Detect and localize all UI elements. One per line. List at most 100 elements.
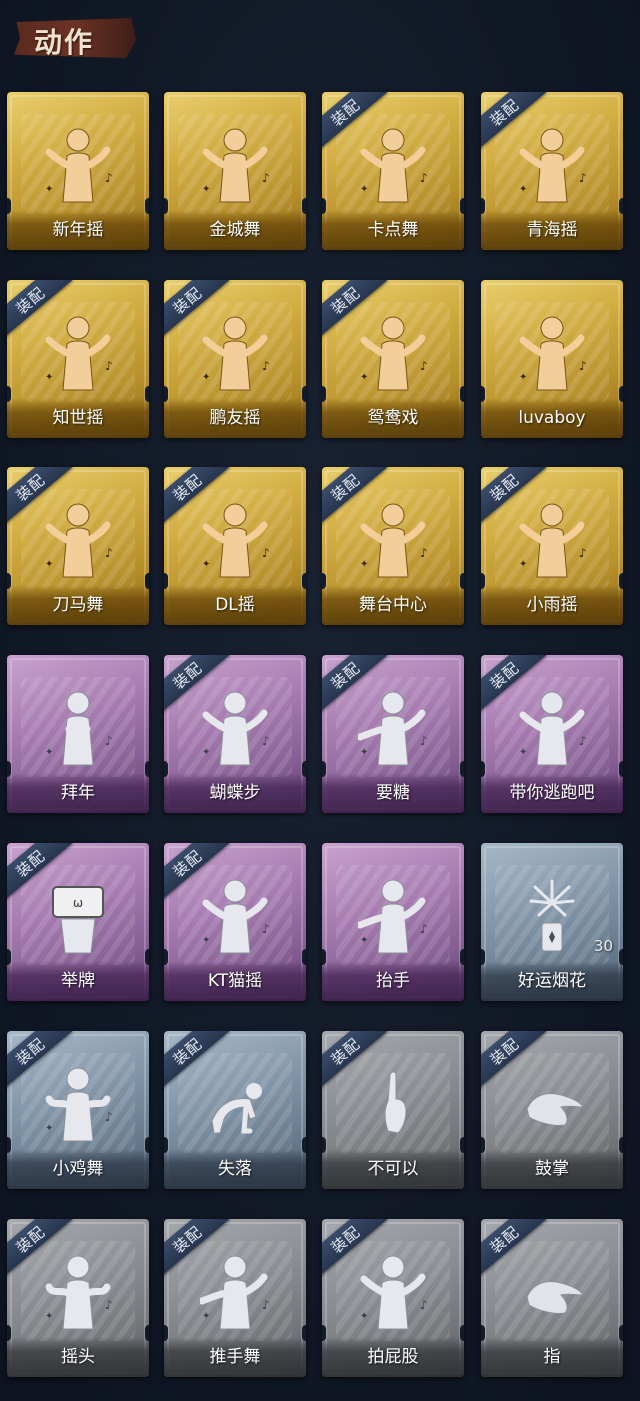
svg-text:♪: ♪ — [262, 359, 270, 373]
card-notch — [481, 198, 485, 214]
svg-text:✦: ✦ — [202, 184, 210, 195]
svg-text:♪: ♪ — [579, 171, 587, 185]
card-notch — [145, 1137, 149, 1153]
action-card[interactable]: ♪ ✦ 小雨摇 装配 — [481, 467, 623, 625]
dance-figure-icon: ♪ ✦ — [358, 310, 428, 394]
action-card[interactable]: ♪ ✦ 刀马舞 装配 — [7, 467, 149, 625]
card-notch — [460, 1325, 464, 1341]
svg-text:♪: ♪ — [262, 546, 270, 560]
svg-text:✦: ✦ — [202, 1311, 210, 1322]
dance-figure-icon: ♪ ✦ — [200, 873, 270, 957]
card-notch — [619, 573, 623, 589]
card-notch — [481, 761, 485, 777]
card-notch — [481, 949, 485, 965]
action-name: 金城舞 — [209, 220, 261, 240]
card-notch — [619, 949, 623, 965]
action-card[interactable]: 失落 装配 — [164, 1031, 306, 1189]
svg-text:✦: ✦ — [519, 747, 527, 758]
card-notch — [481, 1325, 485, 1341]
action-name: 新年摇 — [52, 220, 104, 240]
action-name: 鸳鸯戏 — [367, 408, 419, 428]
card-notch — [7, 761, 11, 777]
card-notch — [460, 198, 464, 214]
action-card[interactable]: ♪ ✦ 抬手 — [322, 843, 464, 1001]
action-card[interactable]: ♪ ✦ 金城舞 — [164, 92, 306, 250]
action-name: 小鸡舞 — [52, 1159, 104, 1179]
action-card[interactable]: ♪ ✦ 鸳鸯戏 装配 — [322, 280, 464, 438]
push-figure-icon: ♪ ✦ — [198, 1249, 270, 1333]
card-notch — [302, 761, 306, 777]
action-name: 摇头 — [61, 1347, 95, 1367]
action-name: 要糖 — [376, 783, 410, 803]
svg-text:♪: ♪ — [579, 546, 587, 560]
dance-figure-icon: ♪ ✦ — [43, 497, 113, 581]
action-card[interactable]: ♪ ✦ 要糖 装配 — [322, 655, 464, 813]
actions-page: 动作 ♪ ✦新年摇 ♪ ✦金城舞 ♪ ✦卡点舞装配 ♪ ✦青海摇装配 — [0, 0, 640, 1401]
svg-text:♪: ♪ — [105, 1110, 113, 1124]
item-count: 30 — [593, 937, 613, 955]
card-notch — [164, 1325, 168, 1341]
svg-text:✦: ✦ — [360, 1311, 368, 1322]
action-card[interactable]: ♪ ✦ 鹏友摇 装配 — [164, 280, 306, 438]
action-card[interactable]: ♪ ✦ 蝴蝶步 装配 — [164, 655, 306, 813]
svg-text:✦: ✦ — [360, 935, 368, 946]
svg-text:♪: ♪ — [105, 171, 113, 185]
action-card[interactable]: ♪ ✦ 舞台中心 装配 — [322, 467, 464, 625]
card-notch — [481, 573, 485, 589]
svg-text:♪: ♪ — [105, 1298, 113, 1312]
action-card[interactable]: 指装配 — [481, 1219, 623, 1377]
action-card[interactable]: ♪ ✦ 拍屁股 装配 — [322, 1219, 464, 1377]
action-card[interactable]: ♪ ✦ 知世摇 装配 — [7, 280, 149, 438]
svg-text:♪: ♪ — [420, 359, 428, 373]
card-notch — [619, 386, 623, 402]
dance-figure-icon: ♪ ✦ — [200, 310, 270, 394]
card-notch — [7, 1137, 11, 1153]
action-name: 卡点舞 — [367, 220, 419, 240]
action-card[interactable]: ♪ ✦ KT猫摇 装配 — [164, 843, 306, 1001]
action-card[interactable]: 不可以 装配 — [322, 1031, 464, 1189]
card-notch — [322, 198, 326, 214]
action-card[interactable]: ♪ ✦ 新年摇 — [7, 92, 149, 250]
svg-text:✦: ✦ — [360, 747, 368, 758]
card-notch — [619, 198, 623, 214]
action-name: 知世摇 — [52, 408, 104, 428]
svg-text:✦: ✦ — [202, 559, 210, 570]
action-card[interactable]: ♪ ✦ 卡点舞 装配 — [322, 92, 464, 250]
card-notch — [460, 573, 464, 589]
action-card[interactable]: ♪ ✦ 带你逃跑吧 装配 — [481, 655, 623, 813]
card-notch — [7, 949, 11, 965]
dance-figure-icon: ♪ ✦ — [200, 685, 270, 769]
card-notch — [302, 1137, 306, 1153]
action-name: DL摇 — [215, 595, 255, 615]
svg-text:♪: ♪ — [420, 734, 428, 748]
action-card[interactable]: ♪ ✦ 拜年 — [7, 655, 149, 813]
card-notch — [7, 1325, 11, 1341]
action-name: 拍屁股 — [367, 1347, 419, 1367]
action-card[interactable]: ♪ ✦ 推手舞 装配 — [164, 1219, 306, 1377]
card-notch — [481, 1137, 485, 1153]
card-notch — [460, 386, 464, 402]
card-notch — [460, 949, 464, 965]
action-name: 不可以 — [367, 1159, 419, 1179]
action-card[interactable]: ♪ ✦ 青海摇 装配 — [481, 92, 623, 250]
svg-text:♪: ♪ — [105, 546, 113, 560]
card-notch — [145, 386, 149, 402]
card-notch — [619, 1325, 623, 1341]
card-notch — [322, 1325, 326, 1341]
action-card[interactable]: 好运烟花 30 — [481, 843, 623, 1001]
action-card[interactable]: ♪ ✦ 小鸡舞 装配 — [7, 1031, 149, 1189]
svg-text:✦: ✦ — [45, 372, 53, 383]
action-card[interactable]: ω 举牌 装配 — [7, 843, 149, 1001]
action-card[interactable]: ♪ ✦ luvaboy — [481, 280, 623, 438]
card-notch — [302, 198, 306, 214]
action-card[interactable]: 鼓掌 装配 — [481, 1031, 623, 1189]
action-card[interactable]: ♪ ✦ 摇头 装配 — [7, 1219, 149, 1377]
svg-text:♪: ♪ — [420, 1298, 428, 1312]
svg-text:♪: ♪ — [420, 922, 428, 936]
action-name: 小雨摇 — [526, 595, 578, 615]
card-notch — [302, 573, 306, 589]
dance-figure-icon: ♪ ✦ — [517, 310, 587, 394]
finger-wag-icon — [358, 1061, 428, 1145]
svg-text:✦: ✦ — [45, 559, 53, 570]
action-card[interactable]: ♪ ✦ DL摇 装配 — [164, 467, 306, 625]
